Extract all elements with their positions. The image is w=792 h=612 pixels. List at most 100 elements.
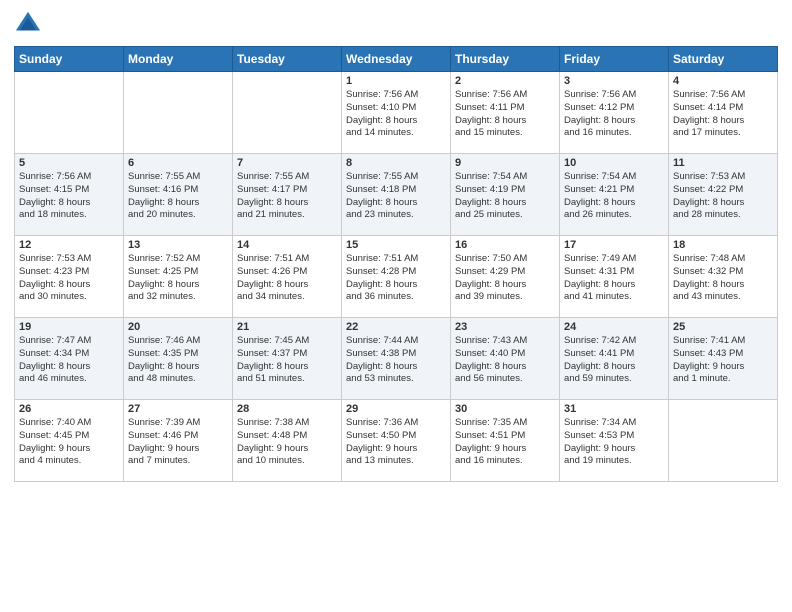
day-number: 30	[455, 403, 555, 415]
day-info: Sunrise: 7:41 AM Sunset: 4:43 PM Dayligh…	[673, 335, 773, 386]
calendar-cell: 29 Sunrise: 7:36 AM Sunset: 4:50 PM Dayli…	[342, 400, 451, 482]
weekday-header-thursday: Thursday	[451, 47, 560, 72]
day-number: 16	[455, 239, 555, 251]
day-number: 9	[455, 157, 555, 169]
calendar-week-3: 12Sunrise: 7:53 AM Sunset: 4:23 PM Dayli…	[15, 236, 778, 318]
calendar-cell: 25 Sunrise: 7:41 AM Sunset: 4:43 PM Dayli…	[669, 318, 778, 400]
day-info: Sunrise: 7:46 AM Sunset: 4:35 PM Dayligh…	[128, 335, 228, 386]
day-info: Sunrise: 7:53 AM Sunset: 4:23 PM Dayligh…	[19, 253, 119, 304]
day-number: 5	[19, 157, 119, 169]
calendar-cell: 8 Sunrise: 7:55 AM Sunset: 4:18 PM Daylig…	[342, 154, 451, 236]
day-info: Sunrise: 7:51 AM Sunset: 4:28 PM Dayligh…	[346, 253, 446, 304]
day-number: 27	[128, 403, 228, 415]
calendar-cell	[669, 400, 778, 482]
calendar-cell: 22 Sunrise: 7:44 AM Sunset: 4:38 PM Dayli…	[342, 318, 451, 400]
day-info: Sunrise: 7:49 AM Sunset: 4:31 PM Dayligh…	[564, 253, 664, 304]
calendar-cell: 10 Sunrise: 7:54 AM Sunset: 4:21 PM Dayli…	[560, 154, 669, 236]
day-number: 20	[128, 321, 228, 333]
calendar-cell: 4 Sunrise: 7:56 AM Sunset: 4:14 PM Daylig…	[669, 72, 778, 154]
day-number: 19	[19, 321, 119, 333]
day-number: 25	[673, 321, 773, 333]
calendar-cell: 9Sunrise: 7:54 AM Sunset: 4:19 PM Daylig…	[451, 154, 560, 236]
calendar-week-5: 26 Sunrise: 7:40 AM Sunset: 4:45 PM Dayli…	[15, 400, 778, 482]
day-info: Sunrise: 7:55 AM Sunset: 4:18 PM Dayligh…	[346, 171, 446, 222]
day-number: 11	[673, 157, 773, 169]
weekday-header-sunday: Sunday	[15, 47, 124, 72]
day-info: Sunrise: 7:52 AM Sunset: 4:25 PM Dayligh…	[128, 253, 228, 304]
calendar-cell: 7 Sunrise: 7:55 AM Sunset: 4:17 PM Daylig…	[233, 154, 342, 236]
day-number: 15	[346, 239, 446, 251]
day-info: Sunrise: 7:56 AM Sunset: 4:11 PM Dayligh…	[455, 89, 555, 140]
logo-icon	[14, 10, 42, 38]
day-number: 18	[673, 239, 773, 251]
day-number: 22	[346, 321, 446, 333]
day-info: Sunrise: 7:42 AM Sunset: 4:41 PM Dayligh…	[564, 335, 664, 386]
day-number: 7	[237, 157, 337, 169]
day-info: Sunrise: 7:36 AM Sunset: 4:50 PM Dayligh…	[346, 417, 446, 468]
day-info: Sunrise: 7:44 AM Sunset: 4:38 PM Dayligh…	[346, 335, 446, 386]
day-info: Sunrise: 7:35 AM Sunset: 4:51 PM Dayligh…	[455, 417, 555, 468]
logo	[14, 10, 46, 38]
day-info: Sunrise: 7:56 AM Sunset: 4:14 PM Dayligh…	[673, 89, 773, 140]
day-info: Sunrise: 7:53 AM Sunset: 4:22 PM Dayligh…	[673, 171, 773, 222]
day-number: 21	[237, 321, 337, 333]
page: SundayMondayTuesdayWednesdayThursdayFrid…	[0, 0, 792, 612]
day-info: Sunrise: 7:56 AM Sunset: 4:10 PM Dayligh…	[346, 89, 446, 140]
day-number: 8	[346, 157, 446, 169]
day-number: 2	[455, 75, 555, 87]
calendar-cell: 27 Sunrise: 7:39 AM Sunset: 4:46 PM Dayli…	[124, 400, 233, 482]
day-number: 1	[346, 75, 446, 87]
day-number: 23	[455, 321, 555, 333]
calendar-cell: 31 Sunrise: 7:34 AM Sunset: 4:53 PM Dayli…	[560, 400, 669, 482]
day-info: Sunrise: 7:47 AM Sunset: 4:34 PM Dayligh…	[19, 335, 119, 386]
calendar-cell: 15 Sunrise: 7:51 AM Sunset: 4:28 PM Dayli…	[342, 236, 451, 318]
day-info: Sunrise: 7:56 AM Sunset: 4:12 PM Dayligh…	[564, 89, 664, 140]
day-info: Sunrise: 7:34 AM Sunset: 4:53 PM Dayligh…	[564, 417, 664, 468]
day-number: 10	[564, 157, 664, 169]
day-number: 28	[237, 403, 337, 415]
day-number: 24	[564, 321, 664, 333]
calendar-cell: 18Sunrise: 7:48 AM Sunset: 4:32 PM Dayli…	[669, 236, 778, 318]
calendar-cell: 19 Sunrise: 7:47 AM Sunset: 4:34 PM Dayli…	[15, 318, 124, 400]
day-info: Sunrise: 7:56 AM Sunset: 4:15 PM Dayligh…	[19, 171, 119, 222]
weekday-header-tuesday: Tuesday	[233, 47, 342, 72]
calendar-table: SundayMondayTuesdayWednesdayThursdayFrid…	[14, 46, 778, 482]
calendar-cell: 16 Sunrise: 7:50 AM Sunset: 4:29 PM Dayli…	[451, 236, 560, 318]
day-number: 6	[128, 157, 228, 169]
calendar-cell: 2 Sunrise: 7:56 AM Sunset: 4:11 PM Daylig…	[451, 72, 560, 154]
day-number: 3	[564, 75, 664, 87]
day-info: Sunrise: 7:43 AM Sunset: 4:40 PM Dayligh…	[455, 335, 555, 386]
day-info: Sunrise: 7:55 AM Sunset: 4:17 PM Dayligh…	[237, 171, 337, 222]
day-number: 17	[564, 239, 664, 251]
weekday-header-saturday: Saturday	[669, 47, 778, 72]
calendar-cell: 1 Sunrise: 7:56 AM Sunset: 4:10 PM Daylig…	[342, 72, 451, 154]
day-info: Sunrise: 7:50 AM Sunset: 4:29 PM Dayligh…	[455, 253, 555, 304]
weekday-header-row: SundayMondayTuesdayWednesdayThursdayFrid…	[15, 47, 778, 72]
calendar-cell	[124, 72, 233, 154]
calendar-week-4: 19 Sunrise: 7:47 AM Sunset: 4:34 PM Dayli…	[15, 318, 778, 400]
day-info: Sunrise: 7:40 AM Sunset: 4:45 PM Dayligh…	[19, 417, 119, 468]
day-number: 31	[564, 403, 664, 415]
calendar-cell: 14Sunrise: 7:51 AM Sunset: 4:26 PM Dayli…	[233, 236, 342, 318]
day-info: Sunrise: 7:54 AM Sunset: 4:21 PM Dayligh…	[564, 171, 664, 222]
calendar-cell: 5 Sunrise: 7:56 AM Sunset: 4:15 PM Daylig…	[15, 154, 124, 236]
weekday-header-wednesday: Wednesday	[342, 47, 451, 72]
day-number: 26	[19, 403, 119, 415]
calendar-cell: 12Sunrise: 7:53 AM Sunset: 4:23 PM Dayli…	[15, 236, 124, 318]
calendar-cell: 21 Sunrise: 7:45 AM Sunset: 4:37 PM Dayli…	[233, 318, 342, 400]
weekday-header-monday: Monday	[124, 47, 233, 72]
day-info: Sunrise: 7:39 AM Sunset: 4:46 PM Dayligh…	[128, 417, 228, 468]
day-number: 29	[346, 403, 446, 415]
day-info: Sunrise: 7:45 AM Sunset: 4:37 PM Dayligh…	[237, 335, 337, 386]
calendar-cell: 24 Sunrise: 7:42 AM Sunset: 4:41 PM Dayli…	[560, 318, 669, 400]
day-number: 14	[237, 239, 337, 251]
calendar-cell	[15, 72, 124, 154]
calendar-cell: 3 Sunrise: 7:56 AM Sunset: 4:12 PM Daylig…	[560, 72, 669, 154]
calendar-week-1: 1 Sunrise: 7:56 AM Sunset: 4:10 PM Daylig…	[15, 72, 778, 154]
calendar-cell: 6Sunrise: 7:55 AM Sunset: 4:16 PM Daylig…	[124, 154, 233, 236]
day-number: 4	[673, 75, 773, 87]
weekday-header-friday: Friday	[560, 47, 669, 72]
calendar-cell	[233, 72, 342, 154]
calendar-cell: 23 Sunrise: 7:43 AM Sunset: 4:40 PM Dayli…	[451, 318, 560, 400]
header	[14, 10, 778, 38]
